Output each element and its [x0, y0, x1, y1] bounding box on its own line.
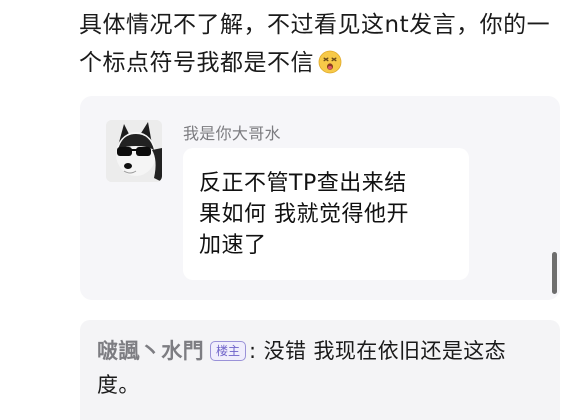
quoted-chat-screenshot[interactable]: 我是你大哥水 反正不管TP查出来结 果如何 我就觉得他开 加速了: [80, 96, 560, 300]
avatar[interactable]: [106, 120, 162, 182]
dizzy-face-emoji-icon: [318, 50, 342, 74]
message-bubble[interactable]: 反正不管TP查出来结 果如何 我就觉得他开 加速了: [183, 148, 469, 280]
post-content: 具体情况不了解，不过看见这nt发言，你的一个标点符号我都是不信: [79, 6, 571, 82]
message-line: 反正不管TP查出来结: [199, 171, 407, 196]
dog-avatar-icon: [106, 120, 162, 182]
owner-badge: 楼主: [210, 341, 247, 361]
message-line: 加速了: [199, 233, 267, 258]
message-text: 反正不管TP查出来结 果如何 我就觉得他开 加速了: [199, 168, 439, 261]
scrollbar[interactable]: [552, 252, 557, 294]
post-text: 具体情况不了解，不过看见这nt发言，你的一个标点符号我都是不信: [79, 12, 551, 76]
message-line: 果如何 我就觉得他开: [199, 202, 409, 227]
reply-separator: :: [249, 339, 257, 363]
reply-content: 啵諷丶水門 楼主: 没错 我现在依旧还是这态度。: [97, 334, 547, 402]
reply-box[interactable]: 啵諷丶水門 楼主: 没错 我现在依旧还是这态度。: [80, 320, 560, 420]
reply-author[interactable]: 啵諷丶水門: [97, 339, 204, 363]
sender-name: 我是你大哥水: [183, 124, 281, 143]
